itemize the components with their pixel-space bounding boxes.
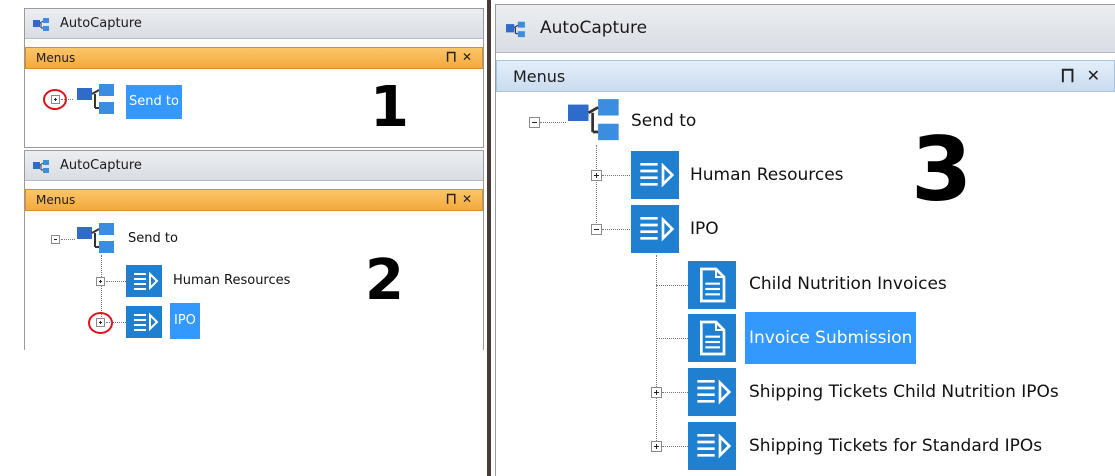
document-icon (688, 261, 736, 309)
autocapture-window-1: AutoCapture Menus ⨅ ✕ Send to 1 (24, 8, 484, 148)
pin-icon[interactable]: ⨅ (446, 50, 456, 65)
tree-node-invoice-submission[interactable]: Invoice Submission (745, 312, 917, 364)
tree-node-child-nutrition-invoices[interactable]: Child Nutrition Invoices (749, 274, 947, 294)
title-bar: AutoCapture (25, 151, 483, 181)
tree-node-send-to[interactable]: Send to (126, 85, 182, 119)
pane-header: Menus ⨅ ✕ (25, 47, 483, 69)
tree-node-send-to[interactable]: Send to (128, 231, 178, 246)
title-bar: AutoCapture (25, 9, 483, 39)
app-tree-icon (33, 160, 49, 173)
window-title: AutoCapture (540, 18, 648, 38)
document-icon (688, 314, 736, 362)
step-number-3: 3 (911, 118, 973, 221)
pane-header: Menus ⨅ ✕ (496, 60, 1115, 92)
menu-list-icon (126, 306, 162, 338)
app-tree-icon (506, 21, 525, 38)
expand-toggle[interactable] (96, 277, 105, 286)
menu-list-icon (688, 368, 736, 416)
tree-node-human-resources[interactable]: Human Resources (173, 273, 290, 288)
close-icon[interactable]: ✕ (462, 50, 472, 64)
send-to-tree-icon (77, 84, 114, 114)
window-title: AutoCapture (60, 158, 142, 173)
expand-toggle[interactable] (96, 318, 105, 327)
pane-title: Menus (36, 51, 76, 65)
close-icon[interactable]: ✕ (1087, 66, 1100, 85)
menu-list-icon (631, 151, 679, 199)
window-title: AutoCapture (60, 16, 142, 31)
expand-toggle[interactable] (651, 441, 662, 452)
collapse-toggle[interactable] (591, 224, 602, 235)
step-number-2: 2 (365, 248, 404, 313)
pane-title: Menus (36, 193, 76, 207)
pin-icon[interactable]: ⨅ (1061, 66, 1074, 86)
step-number-1: 1 (370, 75, 409, 140)
tree-node-ipo[interactable]: IPO (170, 303, 200, 339)
title-bar: AutoCapture (496, 5, 1115, 53)
tree-node-ipo[interactable]: IPO (690, 219, 719, 239)
collapse-toggle[interactable] (51, 235, 60, 244)
expand-toggle[interactable] (591, 170, 602, 181)
menu-list-icon (631, 205, 679, 253)
autocapture-window-2: AutoCapture Menus ⨅ ✕ Send to Human Reso… (24, 150, 484, 350)
collapse-toggle[interactable] (529, 117, 540, 128)
tree-node-shipping-tickets-child-nutrition[interactable]: Shipping Tickets Child Nutrition IPOs (749, 382, 1059, 402)
pin-icon[interactable]: ⨅ (446, 192, 456, 207)
tree-node-send-to[interactable]: Send to (631, 111, 696, 131)
app-tree-icon (33, 18, 49, 31)
send-to-tree-icon (77, 223, 114, 253)
pane-header: Menus ⨅ ✕ (25, 189, 483, 211)
close-icon[interactable]: ✕ (462, 192, 472, 206)
tree-node-shipping-tickets-standard[interactable]: Shipping Tickets for Standard IPOs (749, 436, 1042, 456)
send-to-tree-icon (568, 99, 619, 141)
pane-title: Menus (513, 67, 566, 86)
expand-toggle[interactable] (51, 95, 60, 104)
panel-divider (487, 0, 491, 476)
menu-list-icon (688, 422, 736, 470)
tree-node-human-resources[interactable]: Human Resources (690, 165, 844, 185)
menu-list-icon (126, 265, 162, 297)
expand-toggle[interactable] (651, 387, 662, 398)
autocapture-window-3: AutoCapture Menus ⨅ ✕ Send to 3 Human Re… (495, 4, 1115, 476)
